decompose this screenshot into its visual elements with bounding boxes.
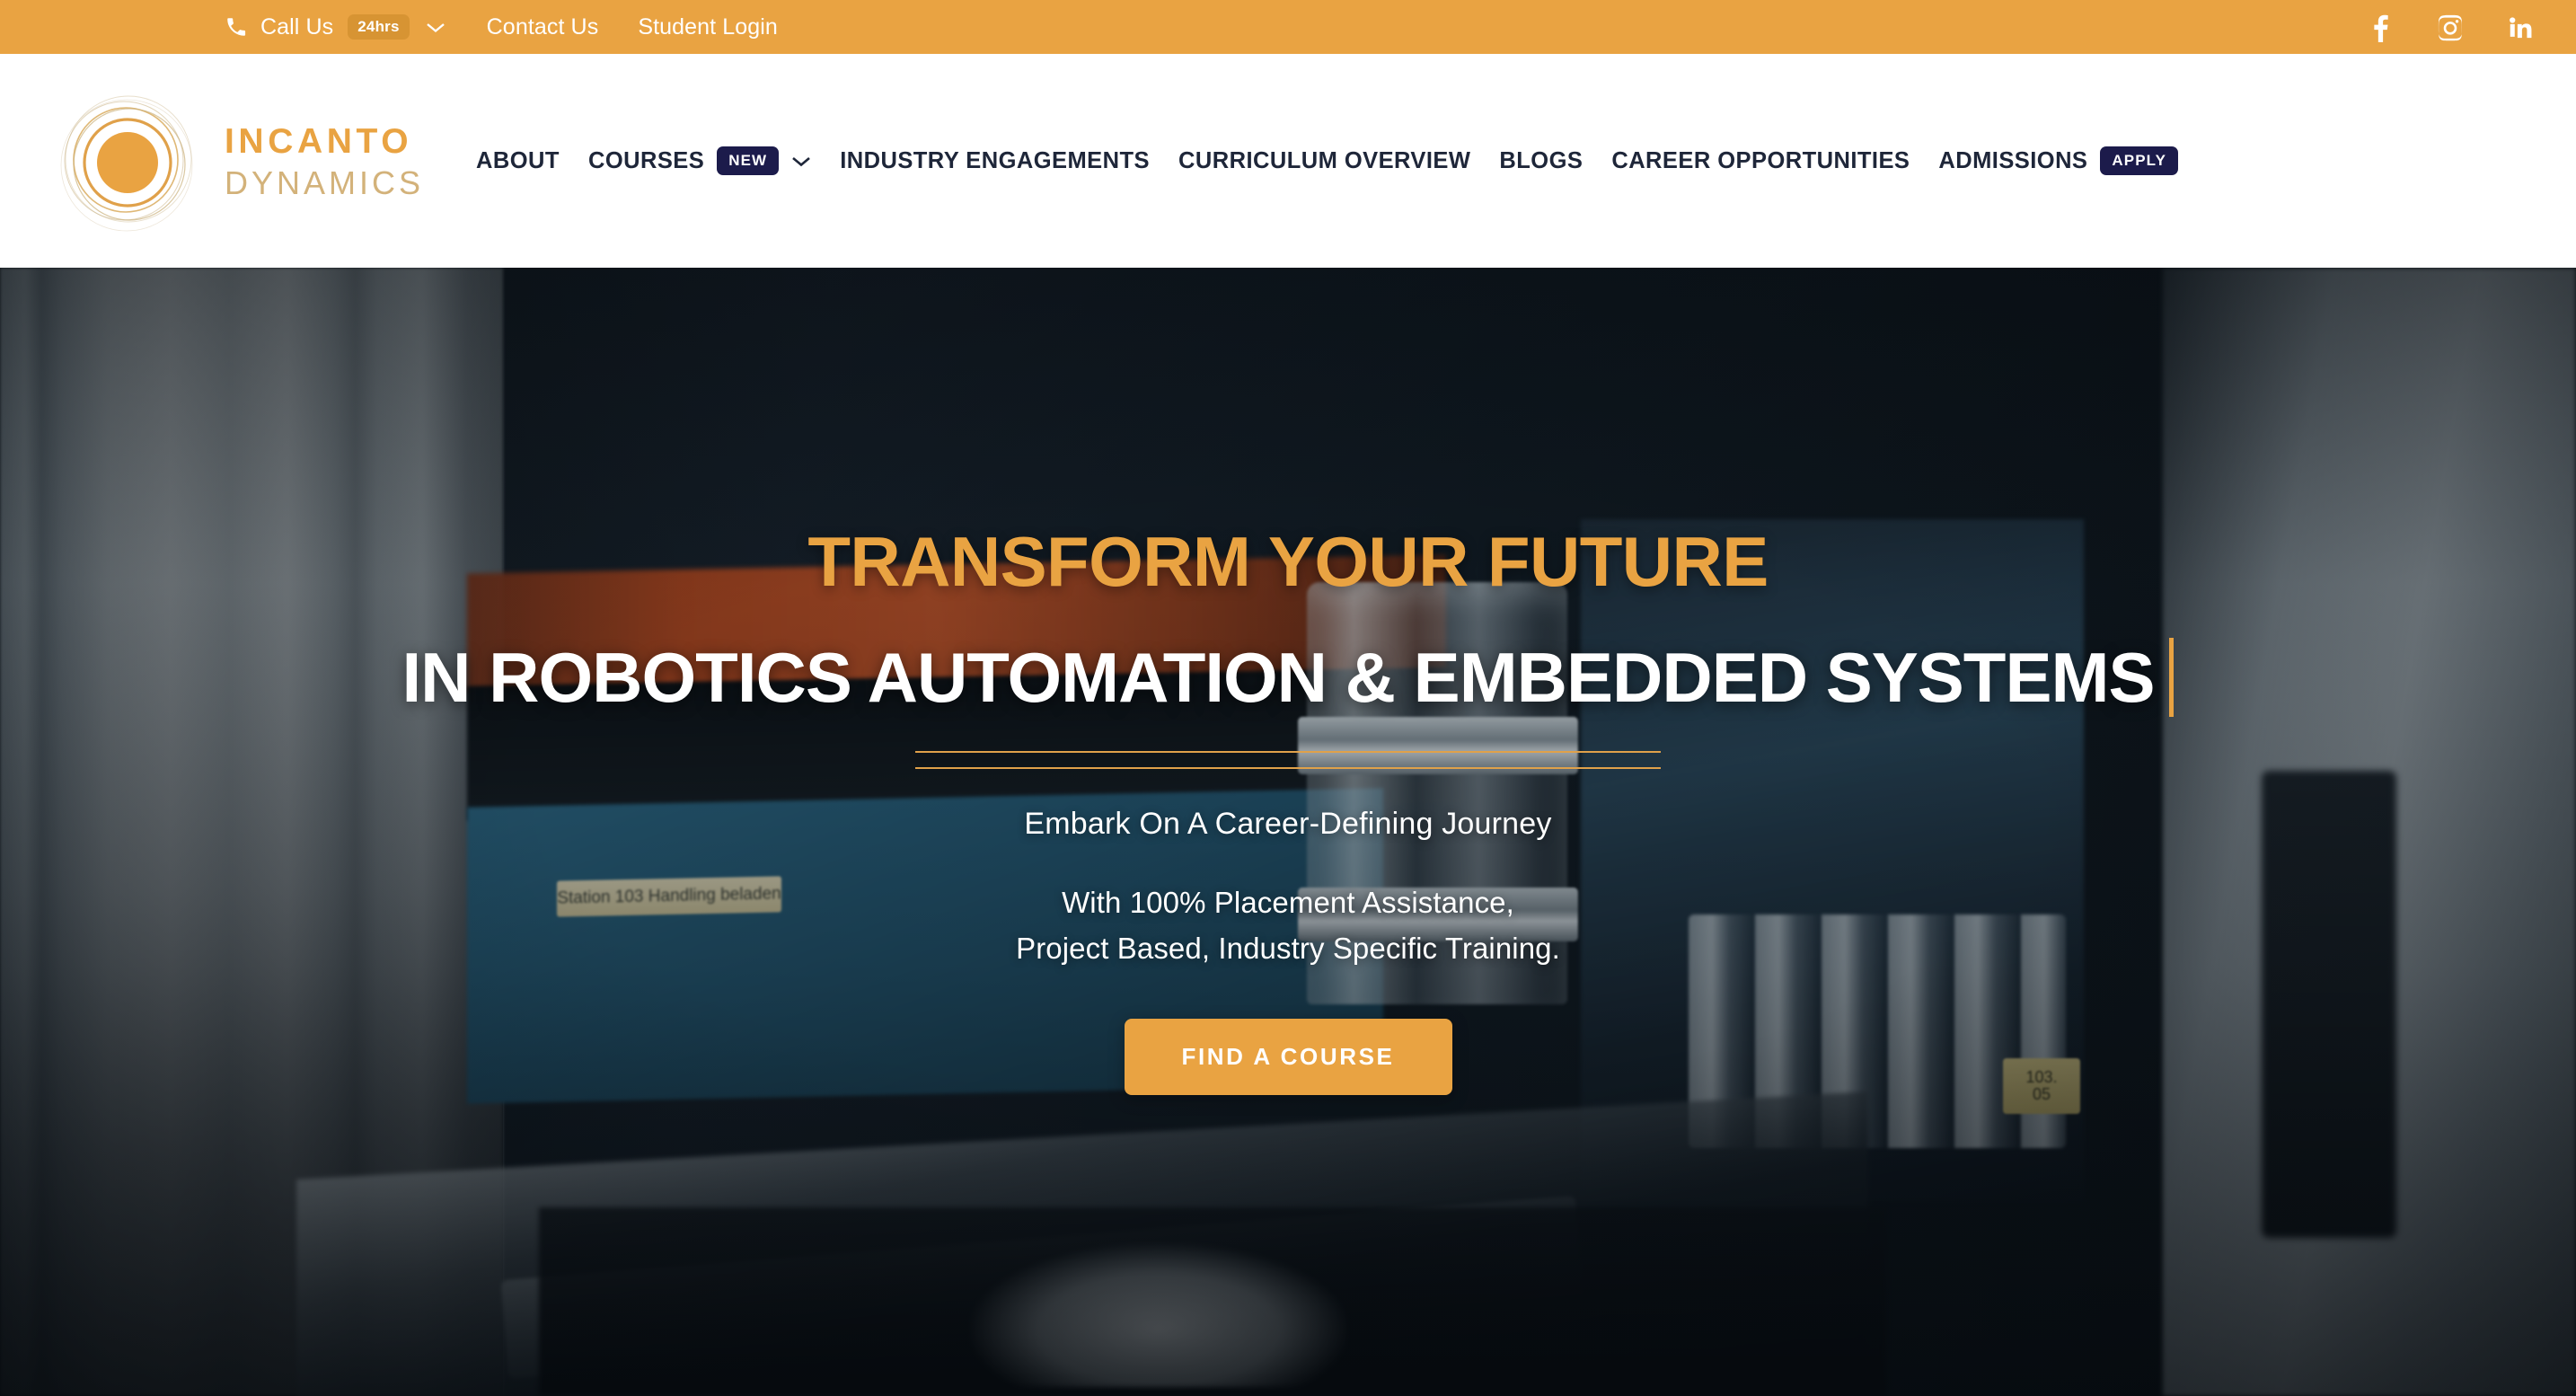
topbar-left-group: Call Us 24hrs Contact Us Student Login bbox=[225, 14, 778, 40]
hero-description-line-2: Project Based, Industry Specific Trainin… bbox=[1016, 932, 1560, 966]
logo-wordmark: INCANTO DYNAMICS bbox=[225, 122, 424, 199]
hero-headline-secondary-row: IN ROBOTICS AUTOMATION & EMBEDDED SYSTEM… bbox=[402, 638, 2175, 717]
instagram-icon[interactable] bbox=[2435, 12, 2466, 42]
typing-caret bbox=[2169, 638, 2175, 717]
hero-content: TRANSFORM YOUR FUTURE IN ROBOTICS AUTOMA… bbox=[0, 268, 2576, 1396]
facebook-icon[interactable] bbox=[2365, 12, 2395, 42]
social-links-group bbox=[2365, 12, 2536, 42]
nav-item-blogs[interactable]: BLOGS bbox=[1485, 148, 1597, 174]
nav-item-admissions[interactable]: ADMISSIONS APPLY bbox=[1924, 146, 2192, 175]
logo-line-1: INCANTO bbox=[225, 122, 413, 161]
nav-item-career-opportunities[interactable]: CAREER OPPORTUNITIES bbox=[1597, 148, 1924, 174]
student-login-link[interactable]: Student Login bbox=[638, 14, 778, 40]
hero-description-line-1: With 100% Placement Assistance, bbox=[1062, 886, 1514, 919]
incanto-rings-logo-mark bbox=[56, 89, 199, 233]
top-utility-bar: Call Us 24hrs Contact Us Student Login bbox=[0, 0, 2576, 54]
hero-section: Station 103 Handling beladen 103. 05 TRA… bbox=[0, 268, 2576, 1396]
new-badge: NEW bbox=[717, 146, 780, 175]
hero-subtitle: Embark On A Career-Defining Journey bbox=[1024, 807, 1552, 841]
nav-label: CURRICULUM OVERVIEW bbox=[1178, 147, 1471, 173]
nav-item-courses[interactable]: COURSES NEW bbox=[574, 146, 825, 175]
chevron-down-icon[interactable] bbox=[426, 17, 446, 37]
nav-label: INDUSTRY ENGAGEMENTS bbox=[840, 147, 1150, 173]
logo[interactable]: INCANTO DYNAMICS bbox=[56, 89, 424, 233]
nav-label: COURSES bbox=[587, 147, 705, 173]
nav-item-industry-engagements[interactable]: INDUSTRY ENGAGEMENTS bbox=[825, 148, 1164, 174]
nav-label: CAREER OPPORTUNITIES bbox=[1611, 147, 1910, 173]
nav-label: ABOUT bbox=[476, 147, 560, 173]
nav-item-curriculum-overview[interactable]: CURRICULUM OVERVIEW bbox=[1164, 148, 1485, 174]
apply-badge: APPLY bbox=[2100, 146, 2179, 175]
nav-item-about[interactable]: ABOUT bbox=[462, 148, 574, 174]
nav-label: ADMISSIONS bbox=[1938, 147, 2088, 173]
divider-line-top bbox=[915, 751, 1661, 753]
hero-description: With 100% Placement Assistance, Project … bbox=[1016, 879, 1560, 972]
site-header: INCANTO DYNAMICS ABOUT COURSES NEW INDUS… bbox=[0, 54, 2576, 268]
phone-icon bbox=[225, 15, 248, 39]
find-a-course-button[interactable]: FIND A COURSE bbox=[1124, 1018, 1452, 1095]
contact-us-link[interactable]: Contact Us bbox=[487, 14, 599, 40]
divider-line-bottom bbox=[915, 767, 1661, 769]
linkedin-icon[interactable] bbox=[2505, 12, 2536, 42]
nav-label: BLOGS bbox=[1499, 147, 1584, 173]
hero-headline-secondary: IN ROBOTICS AUTOMATION & EMBEDDED SYSTEM… bbox=[401, 638, 2156, 717]
call-us-link[interactable]: Call Us 24hrs bbox=[225, 14, 446, 40]
main-navigation: ABOUT COURSES NEW INDUSTRY ENGAGEMENTS C… bbox=[462, 146, 2192, 175]
call-us-label: Call Us bbox=[260, 13, 334, 40]
logo-line-2: DYNAMICS bbox=[225, 164, 425, 201]
chevron-down-icon[interactable] bbox=[791, 155, 811, 167]
hours-badge: 24hrs bbox=[348, 14, 410, 40]
hero-divider-group bbox=[915, 751, 1661, 769]
hero-headline-primary: TRANSFORM YOUR FUTURE bbox=[807, 522, 1769, 601]
